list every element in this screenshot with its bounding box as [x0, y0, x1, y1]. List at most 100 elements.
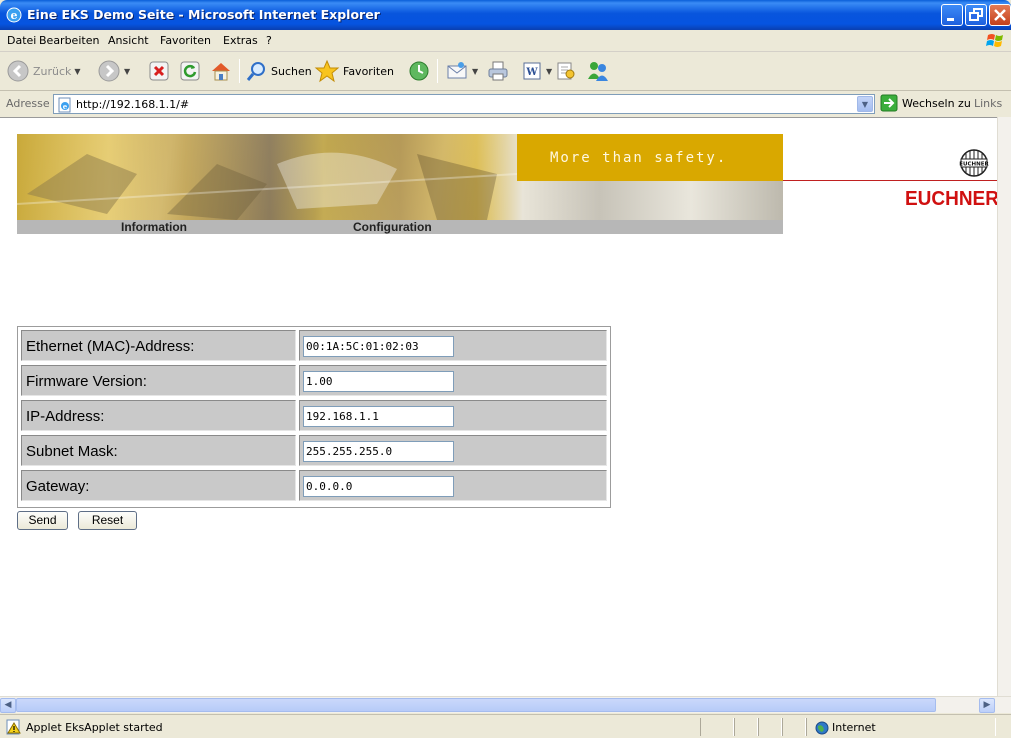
status-pane [758, 718, 782, 736]
menu-extras[interactable]: Extras [223, 34, 258, 47]
status-text: Applet EksApplet started [26, 721, 163, 734]
scroll-left-icon[interactable]: ◀ [0, 698, 16, 713]
links-label[interactable]: Links [974, 97, 1002, 110]
go-label: Wechseln zu [902, 96, 971, 110]
scroll-right-icon[interactable]: ▶ [979, 698, 995, 713]
refresh-icon [180, 61, 200, 81]
table-row: Gateway: 0.0.0.0 [21, 470, 607, 501]
word-edit-icon: W [523, 62, 541, 80]
research-button[interactable] [554, 57, 578, 85]
toolbar: Zurück ▼ ▼ Suchen Favoriten ▼ W ▼ [0, 53, 1011, 91]
menu-favoriten[interactable]: Favoriten [160, 34, 211, 47]
address-input[interactable]: e http://192.168.1.1/# ▼ [53, 94, 875, 114]
horizontal-scrollbar[interactable]: ◀ ▶ [0, 696, 1011, 713]
print-button[interactable] [486, 57, 510, 85]
mail-dropdown-icon[interactable]: ▼ [472, 67, 478, 76]
browser-window: e Eine EKS Demo Seite - Microsoft Intern… [0, 0, 1011, 738]
subnet-mask-input[interactable]: 255.255.255.0 [303, 441, 454, 462]
history-button[interactable] [407, 57, 431, 85]
close-button[interactable] [989, 4, 1011, 26]
ie-logo-icon: e [6, 7, 22, 23]
favorites-button[interactable]: Favoriten [314, 57, 394, 85]
zone-text: Internet [832, 721, 876, 734]
firmware-version-input[interactable]: 1.00 [303, 371, 454, 392]
forward-dropdown-icon[interactable]: ▼ [124, 67, 130, 76]
reset-button[interactable]: Reset [78, 511, 137, 530]
menu-bar: Datei Bearbeiten Ansicht Favoriten Extra… [0, 30, 1011, 52]
row-label-cell: Gateway: [21, 470, 296, 501]
close-icon [994, 9, 1006, 21]
menu-datei[interactable]: Datei [7, 34, 36, 47]
windows-flag-icon [986, 34, 1003, 47]
research-icon [557, 62, 575, 80]
toolbar-separator [437, 59, 438, 83]
logo-text: EUCHNER [959, 162, 989, 168]
window-title: Eine EKS Demo Seite - Microsoft Internet… [27, 7, 380, 22]
messenger-icon [588, 62, 608, 81]
mac-address-input[interactable]: 00:1A:5C:01:02:03 [303, 336, 454, 357]
send-button[interactable]: Send [17, 511, 68, 530]
row-label-cell: Firmware Version: [21, 365, 296, 396]
go-arrow-icon [880, 94, 898, 112]
back-dropdown-icon[interactable]: ▼ [74, 67, 80, 76]
search-button[interactable]: Suchen [246, 57, 312, 85]
address-dropdown-icon[interactable]: ▼ [857, 96, 873, 112]
status-bar: Applet EksApplet started Internet [0, 714, 1011, 738]
row-value-cell: 1.00 [299, 365, 607, 396]
restore-icon [969, 8, 983, 21]
ip-address-label: IP-Address: [26, 408, 105, 425]
mac-address-label: Ethernet (MAC)-Address: [26, 338, 195, 355]
globe-icon [815, 721, 829, 735]
header-banner: More than safety. Information Configurat… [17, 134, 783, 234]
title-bar[interactable]: e Eine EKS Demo Seite - Microsoft Intern… [0, 0, 1011, 30]
minimize-icon [947, 18, 954, 21]
edit-button[interactable]: W ▼ [521, 57, 552, 85]
search-icon [246, 62, 265, 81]
nav-bar: Information Configuration [17, 220, 783, 234]
stop-button[interactable] [148, 57, 170, 85]
history-icon [409, 61, 429, 81]
edit-dropdown-icon[interactable]: ▼ [546, 67, 552, 76]
table-row: Firmware Version: 1.00 [21, 365, 607, 396]
address-bar: Adresse e http://192.168.1.1/# ▼ Wechsel… [0, 92, 1011, 116]
back-button[interactable]: Zurück ▼ [6, 57, 81, 85]
address-label: Adresse [6, 97, 50, 110]
svg-text:W: W [525, 67, 538, 78]
status-pane [700, 718, 734, 736]
mail-icon [447, 62, 467, 79]
back-label: Zurück [33, 64, 72, 78]
banner-machinery-image [17, 152, 517, 220]
messenger-button[interactable] [585, 57, 611, 85]
refresh-button[interactable] [179, 57, 201, 85]
ip-address-input[interactable]: 192.168.1.1 [303, 406, 454, 427]
network-settings-table: Ethernet (MAC)-Address: 00:1A:5C:01:02:0… [17, 326, 611, 508]
euchner-logo: EUCHNER [959, 149, 989, 177]
row-value-cell: 192.168.1.1 [299, 400, 607, 431]
star-icon [314, 59, 340, 83]
svg-text:e: e [63, 102, 68, 111]
mail-button[interactable]: ▼ [445, 57, 478, 85]
brand-divider [783, 180, 997, 181]
row-label-cell: IP-Address: [21, 400, 296, 431]
favorites-label: Favoriten [343, 64, 394, 78]
menu-bearbeiten[interactable]: Bearbeiten [39, 34, 99, 47]
subnet-mask-label: Subnet Mask: [26, 443, 118, 460]
table-row: Subnet Mask: 255.255.255.0 [21, 435, 607, 466]
page-content: More than safety. Information Configurat… [0, 117, 997, 696]
menu-ansicht[interactable]: Ansicht [108, 34, 149, 47]
toolbar-separator [239, 59, 240, 83]
go-button[interactable]: Wechseln zu [880, 94, 971, 112]
stop-icon [149, 61, 169, 81]
forward-button[interactable]: ▼ [97, 57, 130, 85]
home-button[interactable] [209, 57, 233, 85]
maximize-button[interactable] [965, 4, 987, 26]
menu-help[interactable]: ? [266, 34, 272, 47]
banner-slogan: More than safety. [550, 150, 728, 166]
vertical-scrollbar[interactable] [997, 117, 1011, 696]
horizontal-scroll-thumb[interactable] [16, 698, 936, 712]
gateway-input[interactable]: 0.0.0.0 [303, 476, 454, 497]
nav-configuration[interactable]: Configuration [353, 220, 432, 234]
nav-information[interactable]: Information [121, 220, 187, 234]
gateway-label: Gateway: [26, 478, 90, 495]
minimize-button[interactable] [941, 4, 963, 26]
